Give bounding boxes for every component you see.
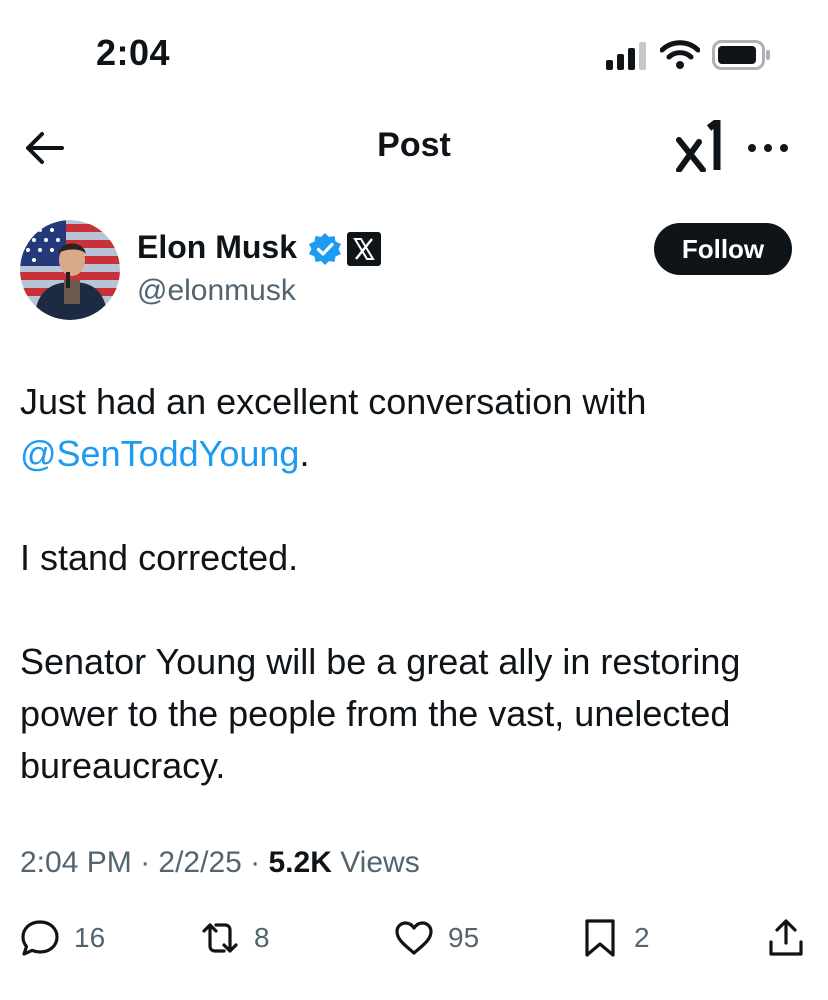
x-logo-icon — [347, 232, 381, 266]
wifi-icon — [660, 40, 700, 69]
like-button[interactable]: 95 — [394, 916, 479, 960]
like-count: 95 — [448, 922, 480, 953]
meta-separator: · — [131, 846, 159, 879]
bookmark-button[interactable]: 2 — [580, 916, 650, 960]
battery-icon — [712, 40, 770, 70]
author-name[interactable]: Elon Musk — [137, 229, 297, 266]
reply-button[interactable]: 16 — [20, 916, 105, 960]
heart-icon — [395, 921, 433, 955]
status-time: 2:04 — [96, 32, 171, 73]
grok-icon[interactable] — [676, 120, 726, 172]
reply-count: 16 — [74, 922, 106, 953]
mention-link[interactable]: @SenToddYoung — [20, 433, 299, 474]
follow-button[interactable]: Follow — [654, 223, 792, 275]
bookmark-icon — [585, 919, 615, 957]
author-handle[interactable]: @elonmusk — [137, 274, 296, 308]
bookmark-count: 2 — [634, 922, 650, 953]
post-paragraph: I stand corrected. — [20, 537, 299, 578]
post-text: Just had an excellent conversation with @… — [20, 376, 810, 792]
post-punctuation: . — [299, 433, 310, 474]
signal-icon — [606, 42, 646, 70]
post-paragraph: Senator Young will be a great ally in re… — [20, 641, 741, 786]
post-paragraph: Just had an excellent conversation with @… — [20, 376, 810, 480]
repost-count: 8 — [254, 922, 270, 953]
post-meta: 2:04 PM · 2/2/25 · 5.2K Views — [20, 846, 420, 880]
repost-icon — [202, 923, 238, 953]
views-label: Views — [331, 846, 420, 879]
reply-icon — [21, 920, 59, 956]
repost-button[interactable]: 8 — [200, 916, 270, 960]
verified-badge-icon — [309, 233, 341, 265]
views-count[interactable]: 5.2K — [269, 846, 332, 879]
share-icon — [769, 919, 803, 956]
meta-separator: · — [241, 846, 269, 879]
post-date: 2/2/25 — [158, 846, 242, 879]
avatar[interactable] — [20, 220, 120, 320]
post-time: 2:04 PM — [20, 846, 132, 879]
more-icon[interactable] — [746, 140, 790, 156]
share-button[interactable] — [766, 916, 806, 960]
post-line: Just had an excellent conversation with — [20, 381, 647, 422]
